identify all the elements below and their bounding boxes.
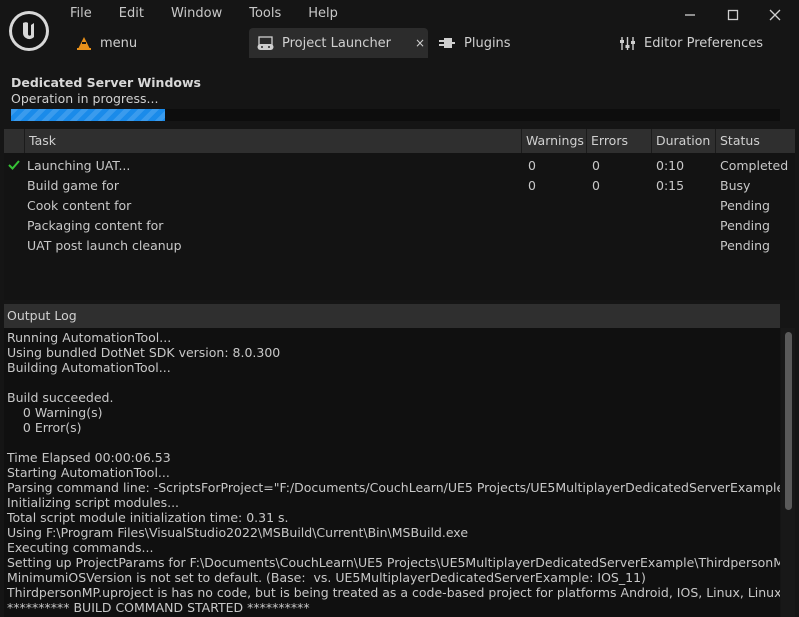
tab-editor-preferences[interactable]: Editor Preferences (619, 28, 763, 58)
table-row[interactable]: Launching UAT... 0 0 0:10 Completed (4, 156, 795, 176)
tab-menu-label: menu (100, 35, 138, 51)
menu-edit[interactable]: Edit (119, 6, 144, 24)
log-line: Building AutomationTool... (7, 360, 171, 375)
task-name: Packaging content for (27, 218, 164, 233)
task-name: Build game for (27, 178, 119, 193)
maximize-icon (727, 9, 739, 21)
log-line: Starting AutomationTool... (7, 465, 170, 480)
task-errors: 0 (592, 178, 600, 193)
menu-bar: File Edit Window Tools Help (70, 6, 365, 24)
header-status[interactable]: Status (715, 129, 795, 153)
task-table-body: Launching UAT... 0 0 0:10 Completed Buil… (4, 156, 795, 256)
log-line: Build succeeded. (7, 390, 114, 405)
header-warnings[interactable]: Warnings (521, 129, 586, 153)
header-errors[interactable]: Errors (586, 129, 651, 153)
log-line: Total script module initialization time:… (7, 510, 289, 525)
task-warnings: 0 (528, 158, 536, 173)
output-log-scrollbar[interactable] (781, 328, 795, 617)
log-line: Running AutomationTool... (7, 330, 172, 345)
log-line: Initializing script modules... (7, 495, 180, 510)
task-name: Launching UAT... (27, 158, 131, 173)
tab-close-button[interactable]: × (415, 36, 425, 50)
tab-project-launcher[interactable]: Project Launcher × (249, 28, 428, 58)
unreal-logo[interactable] (9, 11, 49, 51)
log-line: ThirdpersonMP.uproject is has no code, b… (7, 585, 780, 600)
log-line: Executing commands... (7, 540, 154, 555)
plug-icon (438, 36, 456, 50)
task-status: Pending (720, 198, 770, 213)
task-table-header: Task Warnings Errors Duration Status (4, 129, 795, 153)
log-line: 0 Warning(s) (7, 405, 103, 420)
output-log-lines: Running AutomationTool... Using bundled D… (4, 330, 780, 615)
title-bar: File Edit Window Tools Help menu Project… (0, 0, 799, 62)
task-duration: 0:15 (656, 178, 685, 193)
log-line: 0 Error(s) (7, 420, 82, 435)
menu-file[interactable]: File (70, 6, 92, 24)
close-window-button[interactable] (761, 4, 789, 26)
task-warnings: 0 (528, 178, 536, 193)
menu-help[interactable]: Help (308, 6, 338, 24)
launch-profile-title: Dedicated Server Windows (11, 75, 201, 90)
progress-bar (11, 109, 780, 121)
operation-status: Operation in progress... (11, 91, 159, 106)
log-line: Using F:\Program Files\VisualStudio2022\… (7, 525, 469, 540)
tab-plugins-label: Plugins (464, 35, 511, 51)
header-icon-column (4, 129, 24, 153)
header-duration[interactable]: Duration (651, 129, 715, 153)
log-line: Time Elapsed 00:00:06.53 (7, 450, 171, 465)
tab-project-launcher-label: Project Launcher (282, 35, 392, 51)
tab-menu[interactable]: menu (74, 28, 143, 58)
log-line: ********** BUILD COMMAND STARTED *******… (7, 600, 310, 615)
log-line: Parsing command line: -ScriptsForProject… (7, 480, 780, 495)
header-task[interactable]: Task (24, 129, 521, 153)
maximize-button[interactable] (719, 4, 747, 26)
close-icon (769, 9, 781, 21)
table-row[interactable]: Cook content for Pending (4, 196, 795, 216)
scrollbar-thumb[interactable] (785, 332, 792, 510)
sliders-icon (619, 36, 636, 51)
table-row[interactable]: UAT post launch cleanup Pending (4, 236, 795, 256)
task-name: Cook content for (27, 198, 132, 213)
table-row[interactable]: Build game for 0 0 0:15 Busy (4, 176, 795, 196)
log-line: Setting up ProjectParams for F:\Document… (7, 555, 780, 570)
gamepad-monitor-icon (257, 35, 274, 51)
output-log-header: Output Log (4, 304, 780, 328)
log-line: MinimumiOSVersion is not set to default.… (7, 570, 646, 585)
tab-plugins[interactable]: Plugins (438, 28, 511, 58)
task-errors: 0 (592, 158, 600, 173)
minimize-icon (685, 14, 695, 16)
task-status: Pending (720, 238, 770, 253)
checkmark-icon (7, 158, 21, 175)
log-line: Using bundled DotNet SDK version: 8.0.30… (7, 345, 281, 360)
task-status: Pending (720, 218, 770, 233)
output-log[interactable]: Running AutomationTool... Using bundled D… (4, 328, 780, 617)
table-row[interactable]: Packaging content for Pending (4, 216, 795, 236)
hazard-cone-icon (76, 36, 92, 50)
minimize-button[interactable] (676, 4, 704, 26)
menu-tools[interactable]: Tools (249, 6, 281, 24)
unreal-u-icon (23, 22, 34, 40)
menu-window[interactable]: Window (171, 6, 222, 24)
task-status: Completed (720, 158, 789, 173)
tab-editor-preferences-label: Editor Preferences (644, 35, 764, 51)
task-duration: 0:10 (656, 158, 685, 173)
task-status: Busy (720, 178, 751, 193)
progress-bar-fill (11, 109, 165, 121)
task-name: UAT post launch cleanup (27, 238, 182, 253)
